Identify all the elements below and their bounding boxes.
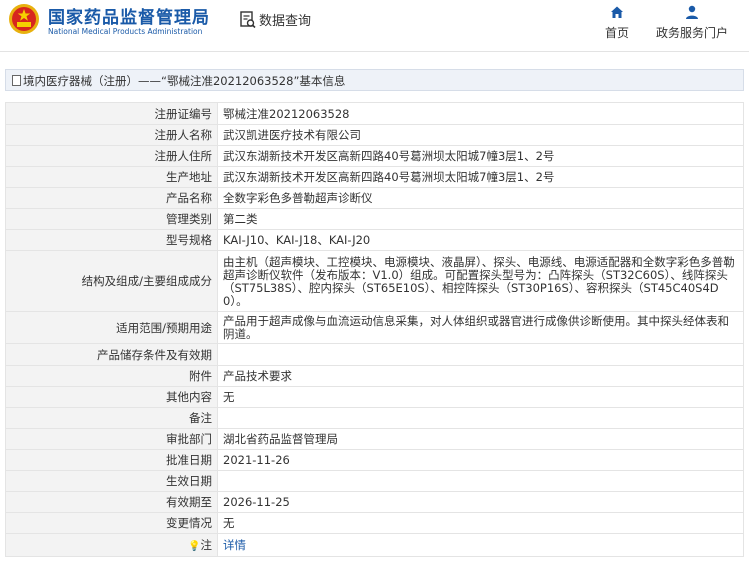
field-label: 批准日期	[5, 449, 218, 471]
field-value	[217, 470, 744, 492]
nav-gov-label: 政务服务门户	[655, 26, 728, 40]
field-label: 生效日期	[5, 470, 218, 492]
field-label: 其他内容	[5, 386, 218, 408]
field-value: 详情	[217, 533, 744, 557]
field-label: 附件	[5, 365, 218, 387]
site-name-cn[interactable]: 国家药品监督管理局	[48, 3, 210, 28]
field-label: 有效期至	[5, 491, 218, 513]
table-row: 💡注 详情	[5, 533, 744, 557]
table-row: 产品名称 全数字彩色多普勒超声诊断仪	[5, 187, 744, 209]
field-value: 2026-11-25	[217, 491, 744, 513]
field-value: 产品用于超声成像与血流运动信息采集，对人体组织或器官进行成像供诊断使用。其中探头…	[217, 311, 744, 344]
field-value: 湖北省药品监督管理局	[217, 428, 744, 450]
note-label-text: 注	[200, 537, 213, 552]
table-row: 变更情况无	[5, 512, 744, 534]
field-value: 无	[217, 386, 744, 408]
document-icon	[12, 75, 21, 86]
table-row: 适用范围/预期用途 产品用于超声成像与血流运动信息采集，对人体组织或器官进行成像供…	[5, 311, 744, 344]
field-value: 由主机（超声模块、工控模块、电源模块、液晶屏）、探头、电源线、电源适配器和全数字…	[217, 250, 744, 312]
field-value: 产品技术要求	[217, 365, 744, 387]
field-value	[217, 407, 744, 429]
field-label: 审批部门	[5, 428, 218, 450]
table-row: 生产地址 武汉东湖新技术开发区高新四路40号葛洲坝太阳城7幢3层1、2号	[5, 166, 744, 188]
field-label: 管理类别	[5, 208, 218, 230]
table-row: 有效期至 2026-11-25	[5, 491, 744, 513]
field-value: 全数字彩色多普勒超声诊断仪	[217, 187, 744, 209]
field-value: 武汉东湖新技术开发区高新四路40号葛洲坝太阳城7幢3层1、2号	[217, 166, 744, 188]
field-label: 变更情况	[5, 512, 218, 534]
breadcrumb: 境内医疗器械（注册）——“鄂械注准20212063528”基本信息	[12, 73, 345, 89]
field-value: 2021-11-26	[217, 449, 744, 471]
table-row: 注册人名称 武汉凯进医疗技术有限公司	[5, 124, 744, 146]
note-label: 💡注	[5, 533, 218, 557]
table-row: 批准日期 2021-11-26	[5, 449, 744, 471]
field-label: 适用范围/预期用途	[5, 311, 218, 344]
nav-gov-services[interactable]: 政务服务门户	[652, 4, 732, 41]
data-query-title: 数据查询	[259, 14, 312, 29]
table-row: 结构及组成/主要组成成分 由主机（超声模块、工控模块、电源模块、液晶屏）、探头、电…	[5, 250, 744, 312]
details-link[interactable]: 详情	[223, 538, 246, 552]
document-search-icon	[240, 11, 256, 29]
table-row: 管理类别 第二类	[5, 208, 744, 230]
field-value	[217, 343, 744, 366]
field-label: 注册人名称	[5, 124, 218, 146]
field-label: 产品储存条件及有效期	[5, 343, 218, 366]
table-row: 审批部门 湖北省药品监督管理局	[5, 428, 744, 450]
lightbulb-icon: 💡	[188, 540, 201, 552]
user-icon	[686, 5, 698, 19]
field-label: 产品名称	[5, 187, 218, 209]
table-row: 产品储存条件及有效期	[5, 343, 744, 366]
field-value: 第二类	[217, 208, 744, 230]
field-label: 备注	[5, 407, 218, 429]
field-value: 武汉凯进医疗技术有限公司	[217, 124, 744, 146]
field-value: 武汉东湖新技术开发区高新四路40号葛洲坝太阳城7幢3层1、2号	[217, 145, 744, 167]
national-emblem-icon	[9, 4, 39, 34]
header-divider	[0, 51, 749, 52]
field-label: 注册证编号	[5, 102, 218, 125]
home-icon	[611, 6, 623, 18]
table-row: 注册证编号 鄂械注准20212063528	[5, 102, 744, 125]
breadcrumb-bar: 境内医疗器械（注册）——“鄂械注准20212063528”基本信息	[5, 69, 744, 91]
table-row: 注册人住所 武汉东湖新技术开发区高新四路40号葛洲坝太阳城7幢3层1、2号	[5, 145, 744, 167]
table-row: 生效日期	[5, 470, 744, 492]
field-label: 结构及组成/主要组成成分	[5, 250, 218, 312]
table-row: 其他内容无	[5, 386, 744, 408]
field-value: KAI-J10、KAI-J18、KAI-J20	[217, 229, 744, 251]
nav-home-label: 首页	[604, 26, 629, 40]
site-name-en: National Medical Products Administration	[48, 27, 203, 36]
field-label: 生产地址	[5, 166, 218, 188]
field-value: 鄂械注准20212063528	[217, 102, 744, 125]
breadcrumb-text: 境内医疗器械（注册）——“鄂械注准20212063528”基本信息	[23, 74, 346, 88]
table-row: 附件 产品技术要求	[5, 365, 744, 387]
nav-home[interactable]: 首页	[599, 4, 635, 41]
table-row: 备注	[5, 407, 744, 429]
field-label: 型号规格	[5, 229, 218, 251]
site-header: 国家药品监督管理局 National Medical Products Admi…	[0, 0, 749, 44]
field-value: 无	[217, 512, 744, 534]
table-row: 型号规格 KAI-J10、KAI-J18、KAI-J20	[5, 229, 744, 251]
detail-table: 注册证编号 鄂械注准20212063528 注册人名称 武汉凯进医疗技术有限公司 注…	[5, 102, 744, 557]
field-label: 注册人住所	[5, 145, 218, 167]
